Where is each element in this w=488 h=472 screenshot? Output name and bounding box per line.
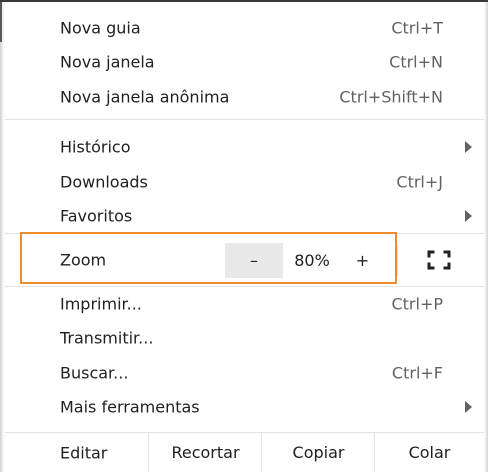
menu-item-history[interactable]: Histórico (5, 130, 484, 164)
menu-item-shortcut: Ctrl+T (391, 18, 443, 38)
browser-menu: Nova guia Ctrl+T Nova janela Ctrl+N Nova… (5, 2, 484, 472)
edit-row: Editar Recortar Copiar Colar (5, 433, 484, 472)
menu-item-shortcut: Ctrl+N (389, 52, 443, 72)
menu-item-new-tab[interactable]: Nova guia Ctrl+T (5, 11, 484, 45)
menu-item-label: Nova janela (60, 52, 155, 72)
menu-item-label: Histórico (60, 137, 131, 157)
menu-item-label: Downloads (60, 172, 148, 192)
menu-item-bookmarks[interactable]: Favoritos (5, 199, 484, 233)
menu-item-label: Nova janela anônima (60, 87, 230, 107)
submenu-arrow-icon (465, 141, 472, 153)
paste-button[interactable]: Colar (374, 433, 484, 472)
menu-item-label: Favoritos (60, 206, 133, 226)
submenu-arrow-icon (465, 401, 472, 413)
menu-item-shortcut: Ctrl+Shift+N (339, 87, 443, 107)
zoom-out-button[interactable]: – (225, 243, 283, 278)
menu-item-find[interactable]: Buscar... Ctrl+F (5, 356, 484, 390)
menu-separator (5, 119, 484, 120)
menu-item-label: Buscar... (60, 363, 129, 383)
menu-item-cast[interactable]: Transmitir... (5, 321, 484, 355)
menu-item-new-window[interactable]: Nova janela Ctrl+N (5, 45, 484, 79)
menu-item-shortcut: Ctrl+P (391, 294, 443, 314)
fullscreen-icon (427, 250, 451, 270)
zoom-level: 80% (294, 251, 330, 270)
menu-item-more-tools[interactable]: Mais ferramentas (5, 390, 484, 424)
zoom-in-button[interactable]: + (341, 243, 384, 278)
left-dark-edge (0, 2, 2, 42)
menu-item-downloads[interactable]: Downloads Ctrl+J (5, 165, 484, 199)
zoom-label: Zoom (60, 250, 107, 270)
menu-item-shortcut: Ctrl+J (396, 172, 443, 192)
right-shadow (484, 2, 488, 472)
zoom-row: Zoom – 80% + (5, 236, 484, 284)
menu-separator (5, 233, 484, 234)
menu-item-label: Transmitir... (60, 328, 154, 348)
menu-item-label: Mais ferramentas (60, 397, 200, 417)
copy-button[interactable]: Copiar (261, 433, 375, 472)
cut-button[interactable]: Recortar (148, 433, 262, 472)
edit-label: Editar (60, 443, 108, 462)
menu-item-print[interactable]: Imprimir... Ctrl+P (5, 287, 484, 321)
zoom-divider (397, 245, 398, 276)
menu-item-label: Nova guia (60, 18, 141, 38)
fullscreen-button[interactable] (425, 248, 453, 272)
menu-item-label: Imprimir... (60, 294, 142, 314)
menu-item-new-incognito-window[interactable]: Nova janela anônima Ctrl+Shift+N (5, 80, 484, 114)
menu-item-shortcut: Ctrl+F (391, 363, 443, 383)
submenu-arrow-icon (465, 210, 472, 222)
screenshot-stage: Nova guia Ctrl+T Nova janela Ctrl+N Nova… (0, 0, 488, 472)
